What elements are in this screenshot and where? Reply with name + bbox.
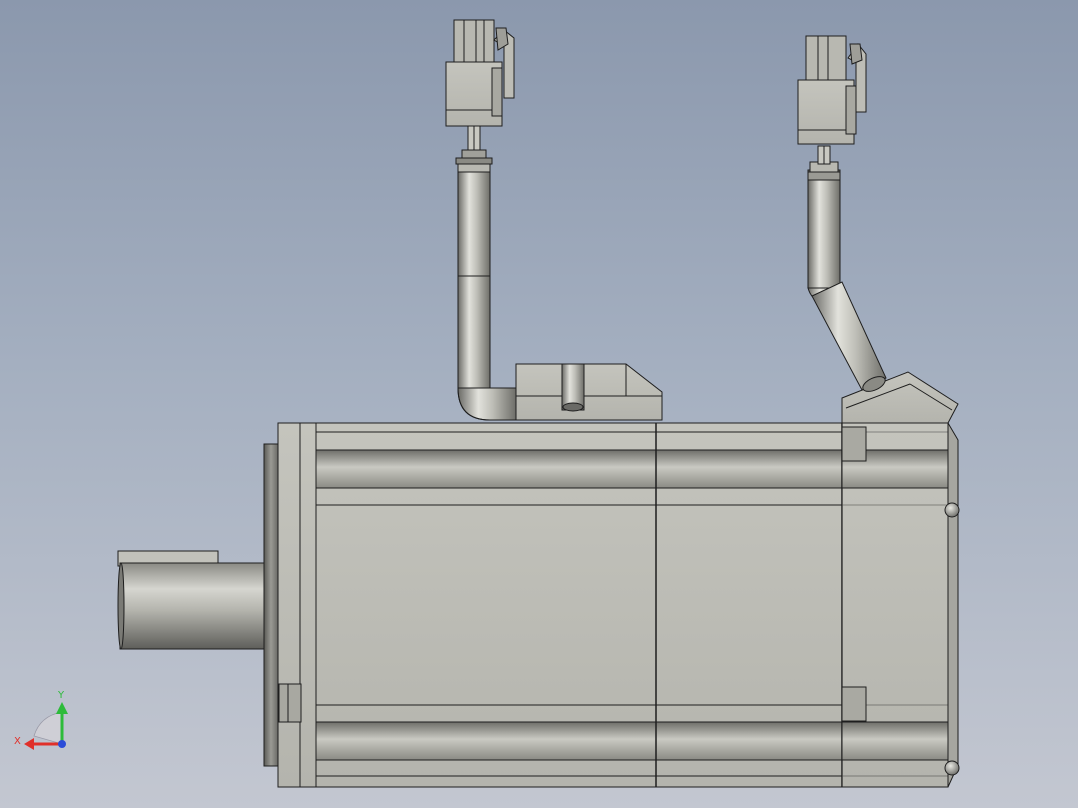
triad-x-label: X	[14, 736, 21, 747]
motor-shaft	[117, 550, 267, 650]
power-connector	[445, 19, 515, 127]
coordinate-triad-icon: Y X	[14, 690, 68, 750]
front-flange	[263, 422, 317, 788]
cad-viewport[interactable]: Y X	[0, 0, 1078, 808]
encoder-cable	[807, 145, 887, 392]
power-cable	[455, 125, 517, 421]
motor-model: Y X	[14, 19, 960, 788]
encoder-connector	[797, 35, 867, 145]
motor-body	[315, 421, 960, 788]
triad-y-label: Y	[57, 690, 65, 701]
cable-gland-box-left	[515, 363, 663, 421]
